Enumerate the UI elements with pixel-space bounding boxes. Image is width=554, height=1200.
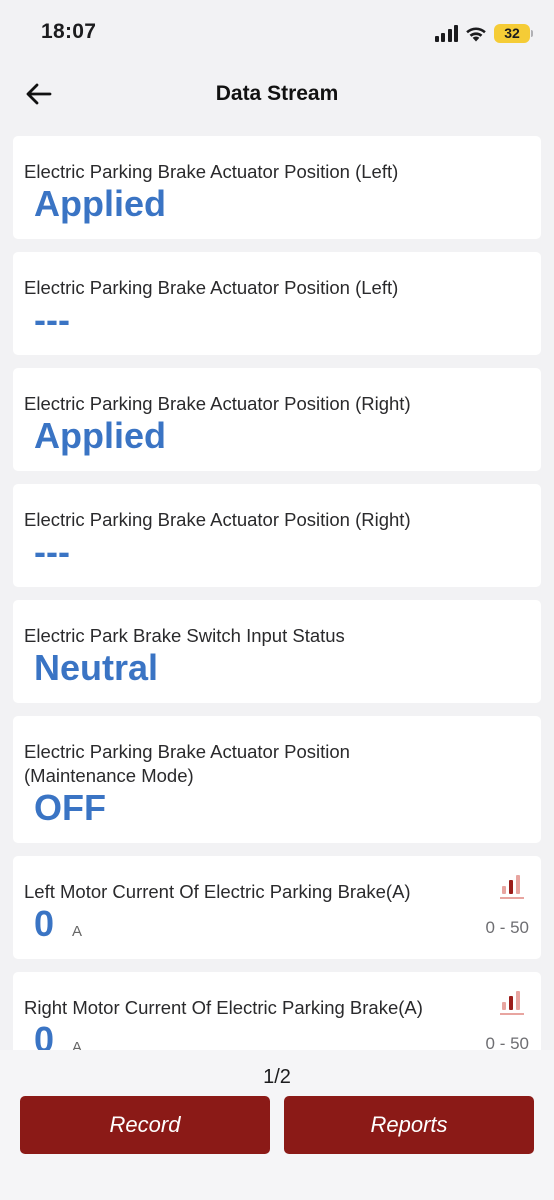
item-label: Electric Parking Brake Actuator Position… bbox=[24, 509, 411, 530]
item-unit: A bbox=[72, 1039, 83, 1050]
battery-icon: 32 bbox=[494, 23, 533, 43]
status-bar: 18:07 32 bbox=[0, 0, 554, 64]
list-item[interactable]: Electric Parking Brake Actuator Position… bbox=[13, 252, 541, 355]
item-range: 0 - 50 bbox=[485, 918, 529, 937]
item-value-number: 0 bbox=[34, 903, 55, 944]
page-indicator: 1/2 bbox=[263, 1066, 291, 1088]
item-label: Electric Parking Brake Actuator Position… bbox=[24, 161, 399, 182]
status-icons: 32 bbox=[434, 22, 533, 44]
nav-bar: Data Stream bbox=[0, 64, 554, 126]
record-button[interactable]: Record bbox=[20, 1096, 270, 1154]
bar-chart-icon[interactable] bbox=[499, 872, 525, 900]
item-value: 0A bbox=[34, 1019, 82, 1050]
item-value: Applied bbox=[34, 415, 166, 456]
page-title: Data Stream bbox=[215, 82, 339, 105]
item-value: Neutral bbox=[34, 647, 159, 688]
data-stream-list[interactable]: Electric Parking Brake Actuator Position… bbox=[0, 126, 554, 1050]
list-item[interactable]: Electric Parking Brake Actuator Position… bbox=[13, 716, 541, 843]
item-value: --- bbox=[34, 531, 70, 572]
list-item[interactable]: Electric Parking Brake Actuator Position… bbox=[13, 136, 541, 239]
item-value: Applied bbox=[34, 183, 166, 224]
list-item[interactable]: Electric Park Brake Switch Input Status … bbox=[13, 600, 541, 703]
cellular-signal-icon bbox=[434, 24, 458, 42]
item-label: Left Motor Current Of Electric Parking B… bbox=[24, 881, 411, 902]
item-value: OFF bbox=[34, 787, 106, 828]
wifi-icon bbox=[466, 26, 486, 41]
reports-button[interactable]: Reports bbox=[284, 1096, 534, 1154]
bottom-action-bar: 1/2 Record Reports bbox=[0, 1050, 554, 1200]
item-value: --- bbox=[34, 299, 70, 340]
bar-chart-icon[interactable] bbox=[499, 988, 525, 1016]
item-value-number: 0 bbox=[34, 1019, 55, 1050]
item-label: Electric Park Brake Switch Input Status bbox=[24, 625, 345, 646]
item-label: Electric Parking Brake Actuator Position… bbox=[24, 741, 350, 786]
battery-level: 32 bbox=[504, 25, 520, 41]
item-label: Electric Parking Brake Actuator Position… bbox=[24, 393, 411, 414]
item-unit: A bbox=[72, 923, 83, 940]
list-item[interactable]: Electric Parking Brake Actuator Position… bbox=[13, 484, 541, 587]
list-item[interactable]: Electric Parking Brake Actuator Position… bbox=[13, 368, 541, 471]
screen: 18:07 32 Data Stream Electric Parking Br… bbox=[0, 0, 554, 1200]
item-value: 0A bbox=[34, 903, 82, 945]
list-item[interactable]: Right Motor Current Of Electric Parking … bbox=[13, 972, 541, 1050]
item-range: 0 - 50 bbox=[485, 1034, 529, 1050]
status-time: 18:07 bbox=[41, 20, 97, 43]
item-label: Right Motor Current Of Electric Parking … bbox=[24, 997, 423, 1018]
list-item[interactable]: Left Motor Current Of Electric Parking B… bbox=[13, 856, 541, 959]
item-label: Electric Parking Brake Actuator Position… bbox=[24, 277, 399, 298]
